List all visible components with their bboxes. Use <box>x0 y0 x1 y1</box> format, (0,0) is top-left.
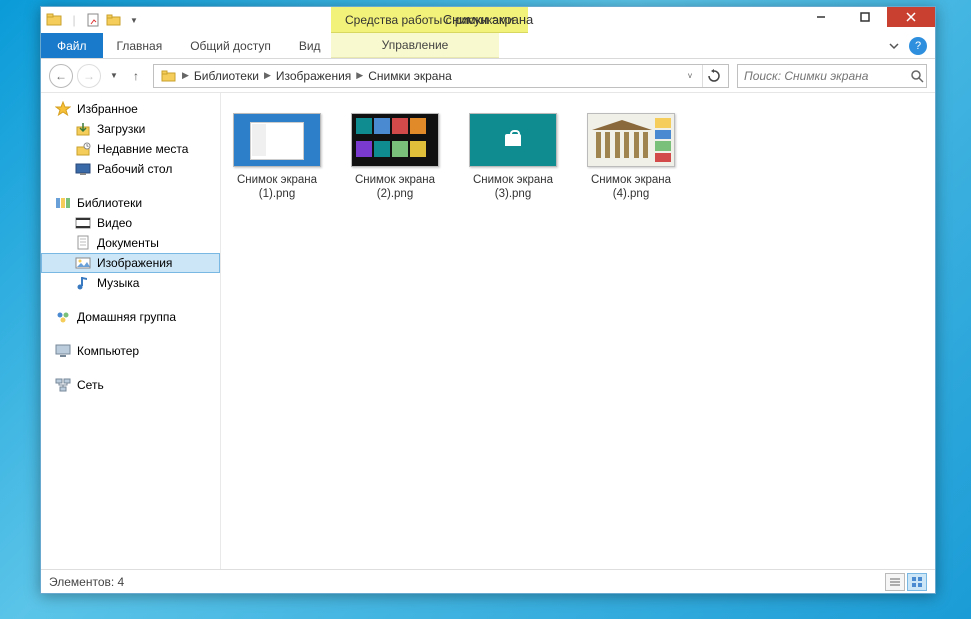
tab-file[interactable]: Файл <box>41 33 103 58</box>
new-folder-icon[interactable] <box>105 11 123 29</box>
search-icon[interactable] <box>907 69 926 83</box>
nav-desktop-label: Рабочий стол <box>97 162 172 176</box>
breadcrumb-arrow-icon[interactable]: ▶ <box>262 70 273 81</box>
navbar: ← → ▼ ↑ ▶ Библиотеки ▶ Изображения ▶ Сни… <box>41 59 935 93</box>
file-item[interactable]: Снимок экрана (1).png <box>231 113 323 202</box>
nav-homegroup[interactable]: Домашняя группа <box>41 307 220 327</box>
close-button[interactable] <box>887 7 935 27</box>
file-name-label: Снимок экрана (2).png <box>349 173 441 202</box>
tab-view[interactable]: Вид <box>285 33 335 58</box>
nav-pictures[interactable]: Изображения <box>41 253 220 273</box>
recent-icon <box>75 141 91 157</box>
status-item-count: Элементов: 4 <box>49 575 124 589</box>
computer-icon <box>55 343 71 359</box>
nav-favorites[interactable]: Избранное <box>41 99 220 119</box>
documents-icon <box>75 235 91 251</box>
libraries-icon <box>55 195 71 211</box>
tab-home[interactable]: Главная <box>103 33 177 58</box>
music-icon <box>75 275 91 291</box>
ribbon-expand-icon[interactable] <box>885 37 903 55</box>
nav-music-label: Музыка <box>97 276 139 290</box>
breadcrumb-root-icon[interactable] <box>158 68 180 84</box>
statusbar: Элементов: 4 <box>41 569 935 593</box>
nav-favorites-label: Избранное <box>77 102 138 116</box>
qat-separator: | <box>65 11 83 29</box>
pictures-icon <box>75 255 91 271</box>
nav-recent-label: Недавние места <box>97 142 188 156</box>
file-item[interactable]: Снимок экрана (2).png <box>349 113 441 202</box>
tab-share[interactable]: Общий доступ <box>176 33 285 58</box>
navigation-pane: Избранное Загрузки Недавние места <box>41 93 221 569</box>
breadcrumb-screenshots[interactable]: Снимки экрана <box>365 69 455 83</box>
folder-app-icon <box>45 11 63 29</box>
network-icon <box>55 377 71 393</box>
breadcrumb-arrow-icon[interactable]: ▶ <box>180 70 191 81</box>
refresh-button[interactable] <box>702 65 724 87</box>
file-name-label: Снимок экрана (3).png <box>467 173 559 202</box>
file-item[interactable]: Снимок экрана (3).png <box>467 113 559 202</box>
homegroup-icon <box>55 309 71 325</box>
help-button[interactable]: ? <box>909 37 927 55</box>
desktop-icon <box>75 161 91 177</box>
nav-video[interactable]: Видео <box>41 213 220 233</box>
window-controls <box>799 7 935 33</box>
nav-network-label: Сеть <box>77 378 104 392</box>
tab-manage[interactable]: Управление <box>331 33 499 58</box>
search-input[interactable] <box>738 69 907 83</box>
file-name-label: Снимок экрана (4).png <box>585 173 677 202</box>
maximize-button[interactable] <box>843 7 887 27</box>
file-item[interactable]: Снимок экрана (4).png <box>585 113 677 202</box>
nav-desktop[interactable]: Рабочий стол <box>41 159 220 179</box>
minimize-button[interactable] <box>799 7 843 27</box>
content-pane[interactable]: Снимок экрана (1).png Снимок экрана (2).… <box>221 93 935 569</box>
history-dropdown-icon[interactable]: ▼ <box>105 64 123 88</box>
view-thumbnails-button[interactable] <box>907 573 927 591</box>
nav-homegroup-label: Домашняя группа <box>77 310 176 324</box>
file-thumbnail <box>587 113 675 167</box>
file-thumbnail <box>469 113 557 167</box>
address-bar[interactable]: ▶ Библиотеки ▶ Изображения ▶ Снимки экра… <box>153 64 729 88</box>
video-icon <box>75 215 91 231</box>
forward-button[interactable]: → <box>77 64 101 88</box>
nav-pictures-label: Изображения <box>97 256 172 270</box>
star-icon <box>55 101 71 117</box>
qat-dropdown-icon[interactable]: ▼ <box>125 11 143 29</box>
breadcrumb-pictures[interactable]: Изображения <box>273 69 354 83</box>
contextual-tab-header: Средства работы с рисунками <box>331 7 528 33</box>
back-button[interactable]: ← <box>49 64 73 88</box>
nav-music[interactable]: Музыка <box>41 273 220 293</box>
quick-access-toolbar: | ▼ <box>41 7 143 33</box>
nav-downloads-label: Загрузки <box>97 122 145 136</box>
nav-libraries-label: Библиотеки <box>77 196 142 210</box>
file-name-label: Снимок экрана (1).png <box>231 173 323 202</box>
breadcrumb-libraries[interactable]: Библиотеки <box>191 69 262 83</box>
nav-libraries[interactable]: Библиотеки <box>41 193 220 213</box>
items-grid: Снимок экрана (1).png Снимок экрана (2).… <box>231 113 925 202</box>
nav-documents[interactable]: Документы <box>41 233 220 253</box>
body: Избранное Загрузки Недавние места <box>41 93 935 569</box>
nav-documents-label: Документы <box>97 236 159 250</box>
nav-recent[interactable]: Недавние места <box>41 139 220 159</box>
view-details-button[interactable] <box>885 573 905 591</box>
explorer-window: | ▼ Средства работы с рисунками Снимки э… <box>40 6 936 594</box>
properties-icon[interactable] <box>85 11 103 29</box>
ribbon-tabs: Файл Главная Общий доступ Вид Управление… <box>41 33 935 59</box>
breadcrumb-arrow-icon[interactable]: ▶ <box>354 70 365 81</box>
nav-downloads[interactable]: Загрузки <box>41 119 220 139</box>
nav-video-label: Видео <box>97 216 132 230</box>
nav-network[interactable]: Сеть <box>41 375 220 395</box>
nav-computer[interactable]: Компьютер <box>41 341 220 361</box>
downloads-icon <box>75 121 91 137</box>
file-thumbnail <box>351 113 439 167</box>
search-box[interactable] <box>737 64 927 88</box>
nav-computer-label: Компьютер <box>77 344 139 358</box>
titlebar: | ▼ Средства работы с рисунками Снимки э… <box>41 7 935 33</box>
address-dropdown-icon[interactable]: v <box>682 71 698 80</box>
file-thumbnail <box>233 113 321 167</box>
up-button[interactable]: ↑ <box>127 64 145 88</box>
